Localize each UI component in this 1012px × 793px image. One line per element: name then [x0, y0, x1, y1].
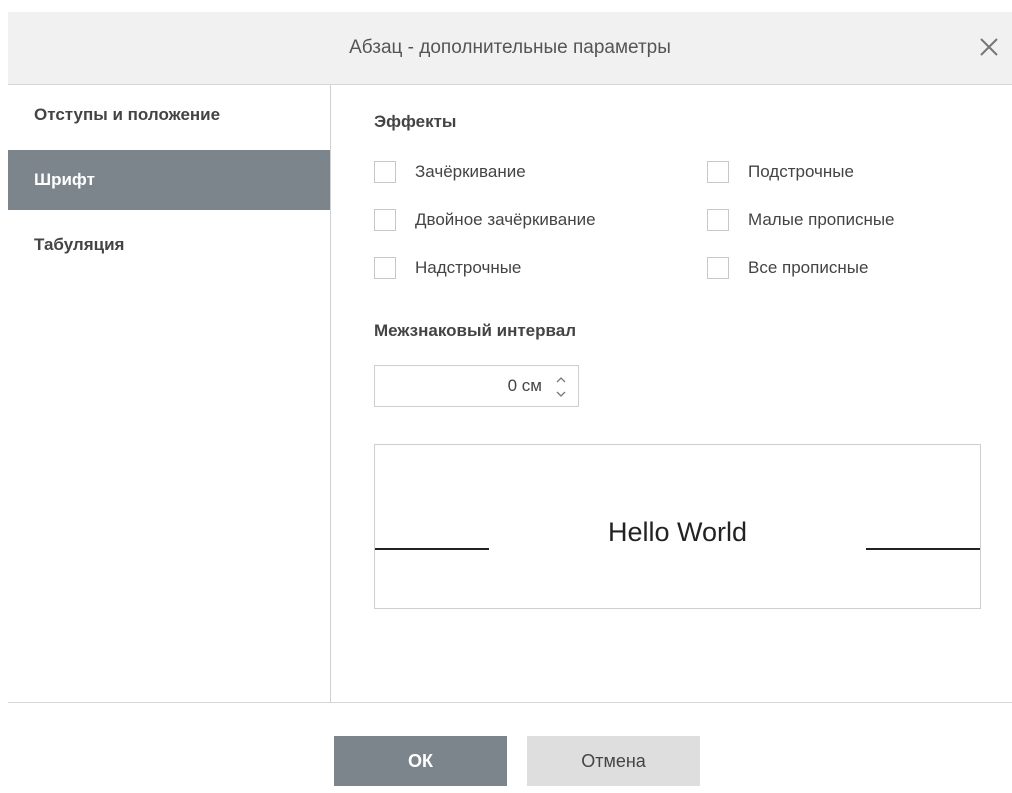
sidebar-item-tabs[interactable]: Табуляция — [8, 215, 330, 275]
effects-heading: Эффекты — [374, 112, 457, 131]
all-caps-label: Все прописные — [748, 258, 869, 277]
ok-button[interactable]: ОК — [334, 736, 507, 786]
small-caps-option[interactable]: Малые прописные — [707, 207, 895, 233]
strikethrough-label: Зачёркивание — [415, 162, 526, 181]
dialog-footer: ОК Отмена — [8, 702, 1012, 793]
small-caps-label: Малые прописные — [748, 210, 895, 229]
subscript-checkbox[interactable] — [707, 161, 729, 183]
superscript-checkbox[interactable] — [374, 257, 396, 279]
sidebar-item-label: Шрифт — [34, 170, 95, 189]
spin-down-button[interactable] — [554, 387, 568, 399]
sidebar-item-label: Табуляция — [34, 235, 125, 254]
preview-text: Hello World — [607, 517, 748, 547]
double-strikethrough-label: Двойное зачёркивание — [415, 210, 596, 229]
close-icon — [980, 38, 998, 56]
strikethrough-checkbox[interactable] — [374, 161, 396, 183]
sidebar-item-indents[interactable]: Отступы и положение — [8, 85, 330, 145]
strikethrough-option[interactable]: Зачёркивание — [374, 159, 526, 185]
spacing-spinner[interactable]: 0 см — [374, 365, 579, 407]
preview-line-left — [375, 548, 489, 550]
spacing-value[interactable]: 0 см — [508, 366, 542, 406]
dialog-body: Отступы и положение Шрифт Табуляция Эффе… — [8, 85, 1012, 702]
sidebar-item-font[interactable]: Шрифт — [8, 150, 330, 210]
font-preview: Hello World — [374, 444, 981, 609]
superscript-label: Надстрочные — [415, 258, 522, 277]
subscript-option[interactable]: Подстрочные — [707, 159, 854, 185]
double-strikethrough-option[interactable]: Двойное зачёркивание — [374, 207, 596, 233]
double-strikethrough-checkbox[interactable] — [374, 209, 396, 231]
all-caps-checkbox[interactable] — [707, 257, 729, 279]
font-panel: Эффекты Зачёркивание Подстрочные Двойное… — [331, 85, 1012, 702]
subscript-label: Подстрочные — [748, 162, 854, 181]
paragraph-settings-dialog: Абзац - дополнительные параметры Отступы… — [8, 0, 1012, 792]
superscript-option[interactable]: Надстрочные — [374, 255, 521, 281]
spacing-heading: Межзнаковый интервал — [374, 321, 576, 340]
preview-line-right — [866, 548, 980, 550]
chevron-up-icon — [556, 377, 566, 383]
sidebar-item-label: Отступы и положение — [34, 105, 221, 124]
chevron-down-icon — [556, 391, 566, 397]
cancel-button[interactable]: Отмена — [527, 736, 700, 786]
dialog-header: Абзац - дополнительные параметры — [8, 12, 1012, 85]
close-button[interactable] — [972, 30, 1006, 64]
dialog-title: Абзац - дополнительные параметры — [349, 37, 671, 58]
sidebar: Отступы и положение Шрифт Табуляция — [8, 85, 331, 702]
all-caps-option[interactable]: Все прописные — [707, 255, 868, 281]
spin-up-button[interactable] — [554, 373, 568, 385]
small-caps-checkbox[interactable] — [707, 209, 729, 231]
